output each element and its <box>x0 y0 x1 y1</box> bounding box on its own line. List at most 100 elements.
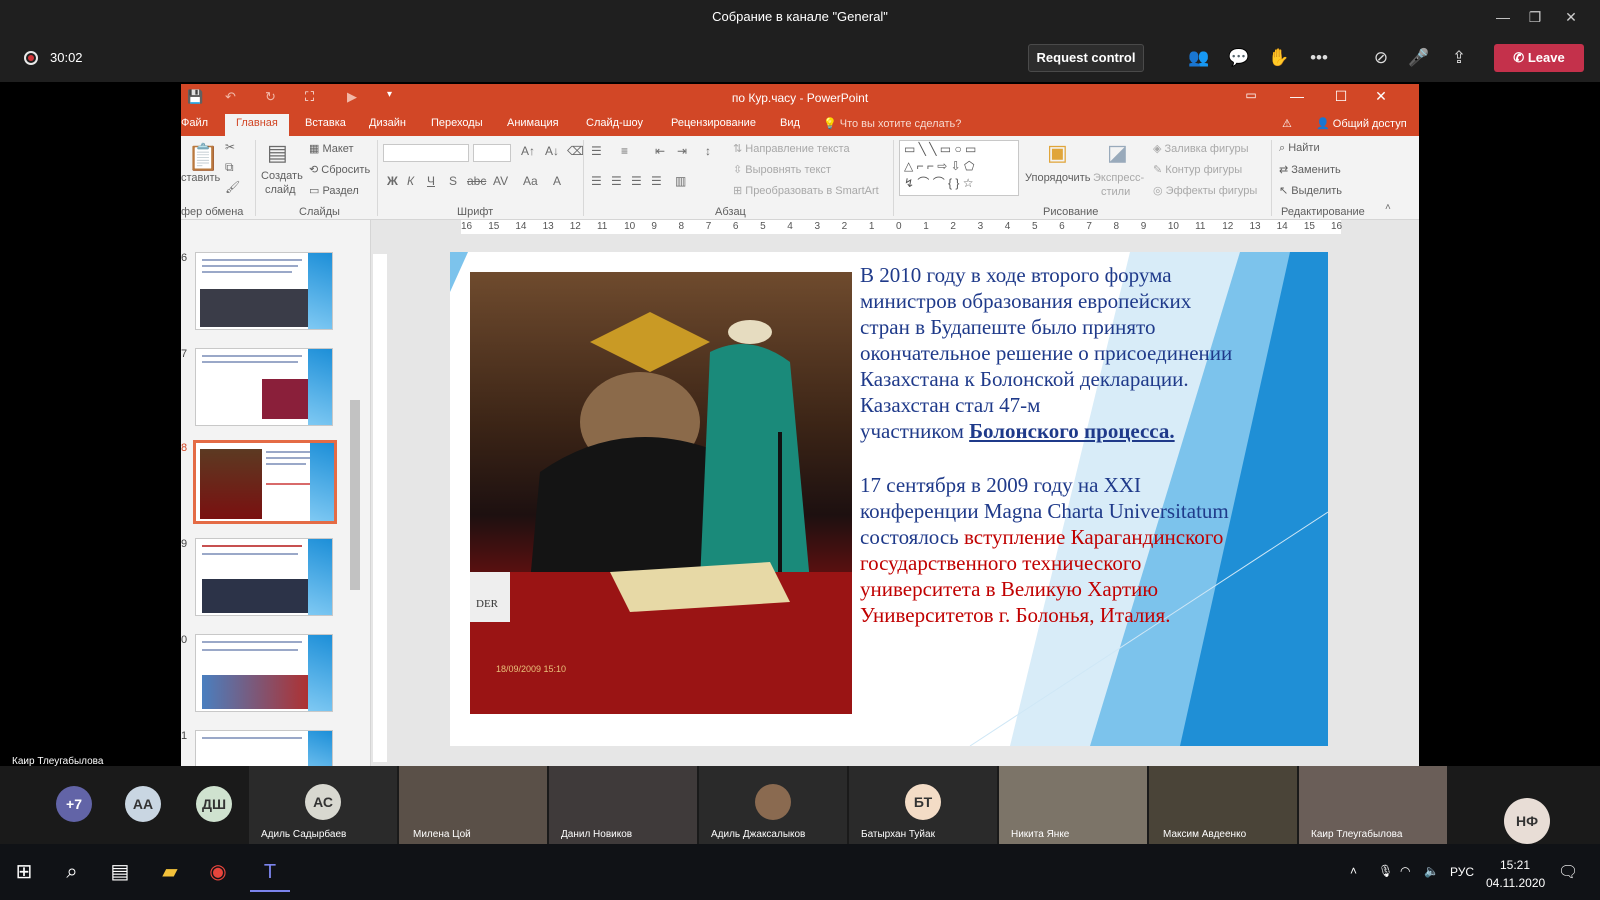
participant-video-tile[interactable]: Милена Цой <box>399 766 547 844</box>
notifications-icon[interactable]: 🗨 <box>1558 862 1578 882</box>
grow-font-icon[interactable]: A↑ <box>521 144 535 158</box>
bologna-process-link[interactable]: Болонского процесса. <box>969 419 1175 443</box>
italic-icon[interactable]: К <box>407 174 414 188</box>
tab-slideshow[interactable]: Слайд-шоу <box>586 117 643 129</box>
close-icon[interactable]: ✕ <box>1556 6 1586 28</box>
participant-tile[interactable]: Адиль Джаксалыков <box>699 766 847 844</box>
current-slide[interactable]: DER 18/09/2009 15:10 В 2010 году в ходе … <box>450 252 1328 746</box>
justify-icon[interactable]: ☰ <box>651 174 662 188</box>
participant-avatar[interactable]: АА <box>125 786 161 822</box>
char-spacing-icon[interactable]: AV <box>493 174 508 188</box>
participant-video-tile[interactable]: Максим Авдеенко <box>1149 766 1297 844</box>
tab-transitions[interactable]: Переходы <box>431 117 483 129</box>
align-right-icon[interactable]: ☰ <box>631 174 642 188</box>
share-button[interactable]: 👤 Общий доступ <box>1316 117 1407 130</box>
font-size-field[interactable] <box>473 144 511 162</box>
clock-time[interactable]: 15:21 <box>1500 858 1530 872</box>
shape-effects-button[interactable]: ◎ Эффекты фигуры <box>1153 184 1257 197</box>
chrome-icon[interactable]: ◉ <box>198 852 238 892</box>
tab-review[interactable]: Рецензирование <box>671 117 756 129</box>
shapes-gallery[interactable]: ▭ ╲ ╲ ▭ ○ ▭ △ ⌐ ⌐ ⇨ ⇩ ⬠ ↯ ⌒ ⌒ { } ☆ <box>899 140 1019 196</box>
underline-icon[interactable]: Ч <box>427 174 435 188</box>
align-left-icon[interactable]: ☰ <box>591 174 602 188</box>
tab-design[interactable]: Дизайн <box>369 117 406 129</box>
font-name-field[interactable] <box>383 144 469 162</box>
teams-icon[interactable]: T <box>250 852 290 892</box>
more-participants-avatar[interactable]: +7 <box>56 786 92 822</box>
share-screen-icon[interactable]: ⇪ <box>1446 46 1472 70</box>
windows-start-icon[interactable]: ⊞ <box>4 852 44 892</box>
columns-icon[interactable]: ▥ <box>675 174 686 188</box>
section-button[interactable]: ▭ Раздел <box>309 184 359 197</box>
paste-icon[interactable]: 📋 <box>187 142 219 173</box>
clear-format-icon[interactable]: ⌫ <box>567 144 584 158</box>
slide-thumbnail-6[interactable] <box>195 252 333 330</box>
participant-avatar[interactable]: НФ <box>1504 798 1550 844</box>
quick-styles-label-2[interactable]: стили <box>1101 186 1130 198</box>
participant-video-tile[interactable]: Данил Новиков <box>549 766 697 844</box>
participant-avatar[interactable]: ДШ <box>196 786 232 822</box>
shape-outline-button[interactable]: ✎ Контур фигуры <box>1153 163 1242 176</box>
warning-icon[interactable]: ⚠ <box>1282 117 1292 130</box>
camera-off-icon[interactable]: ⊘ <box>1368 46 1394 70</box>
bold-icon[interactable]: Ж <box>387 174 398 188</box>
ribbon-display-icon[interactable]: ▭ <box>1239 88 1263 102</box>
shape-fill-button[interactable]: ◈ Заливка фигуры <box>1153 142 1249 155</box>
search-icon[interactable]: ⌕ <box>52 852 92 892</box>
collapse-ribbon-icon[interactable]: ˄ <box>1385 202 1391 213</box>
clock-date[interactable]: 04.11.2020 <box>1486 876 1545 890</box>
reset-button[interactable]: ⟲ Сбросить <box>309 163 370 176</box>
tray-mic-icon[interactable]: 🎙 <box>1378 864 1393 878</box>
arrange-label[interactable]: Упорядочить <box>1025 172 1090 184</box>
ppt-minimize-icon[interactable]: — <box>1285 88 1309 104</box>
replace-button[interactable]: ⇄ Заменить <box>1279 163 1341 176</box>
slide-thumbnail-10[interactable] <box>195 634 333 712</box>
slide-thumbnail-8-selected[interactable] <box>193 440 337 524</box>
new-slide-label-1[interactable]: Создать <box>261 170 303 182</box>
layout-button[interactable]: ▦ Макет <box>309 142 354 155</box>
thumbnail-scrollbar[interactable] <box>347 220 363 780</box>
mic-icon[interactable]: 🎤 <box>1406 46 1432 70</box>
shadow-icon[interactable]: S <box>449 174 457 188</box>
format-painter-icon[interactable]: 🖌 <box>225 180 240 194</box>
tab-view[interactable]: Вид <box>780 117 800 129</box>
volume-icon[interactable]: 🔈 <box>1424 864 1439 878</box>
file-explorer-icon[interactable]: ▰ <box>150 852 190 892</box>
task-view-icon[interactable]: ▤ <box>100 852 140 892</box>
new-slide-label-2[interactable]: слайд <box>265 184 296 196</box>
participant-tile[interactable]: АС Адиль Садырбаев <box>249 766 397 844</box>
ppt-maximize-icon[interactable]: ☐ <box>1329 88 1353 105</box>
participant-tile[interactable]: БТ Батырхан Туйак <box>849 766 997 844</box>
increase-indent-icon[interactable]: ⇥ <box>677 144 687 158</box>
tab-home[interactable]: Главная <box>225 114 289 136</box>
convert-smartart-button[interactable]: ⊞ Преобразовать в SmartArt <box>733 184 879 197</box>
select-button[interactable]: ↖ Выделить <box>1279 184 1342 197</box>
find-button[interactable]: ⌕ Найти <box>1279 142 1320 155</box>
tell-me-box[interactable]: 💡 Что вы хотите сделать? <box>823 117 961 130</box>
request-control-button[interactable]: Request control <box>1028 44 1144 72</box>
tab-animations[interactable]: Анимация <box>507 117 559 129</box>
align-text-button[interactable]: ⇳ Выровнять текст <box>733 163 831 176</box>
minimize-icon[interactable]: — <box>1488 6 1518 28</box>
line-spacing-icon[interactable]: ↕ <box>705 144 711 158</box>
language-indicator[interactable]: РУС <box>1450 865 1474 879</box>
tab-insert[interactable]: Вставка <box>305 117 346 129</box>
paste-label[interactable]: ставить <box>181 172 220 184</box>
leave-button[interactable]: ✆ Leave <box>1494 44 1584 72</box>
text-direction-button[interactable]: ⇅ Направление текста <box>733 142 850 155</box>
quick-styles-label-1[interactable]: Экспресс- <box>1093 172 1144 184</box>
tab-file[interactable]: Файл <box>181 117 208 129</box>
participant-video-tile[interactable]: Никита Янке <box>999 766 1147 844</box>
numbering-icon[interactable]: ≡ <box>621 144 628 158</box>
wifi-icon[interactable]: ◠ <box>1400 864 1410 878</box>
font-color-icon[interactable]: A <box>553 174 561 188</box>
ppt-close-icon[interactable]: ✕ <box>1369 88 1393 105</box>
restore-icon[interactable]: ❐ <box>1520 6 1550 28</box>
scroll-thumb[interactable] <box>350 400 360 590</box>
new-slide-icon[interactable]: ▤ <box>267 140 288 166</box>
more-options-icon[interactable]: ••• <box>1306 46 1332 70</box>
strikethrough-icon[interactable]: abc <box>467 174 486 188</box>
tray-chevron-icon[interactable]: ˄ <box>1350 864 1357 878</box>
slide-thumbnail-7[interactable] <box>195 348 333 426</box>
align-center-icon[interactable]: ☰ <box>611 174 622 188</box>
